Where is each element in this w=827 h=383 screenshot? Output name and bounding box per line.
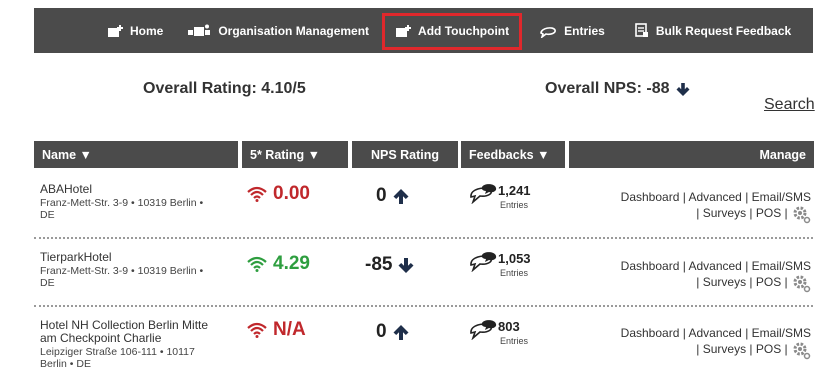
hotel-address-line1: Franz-Mett-Str. 3-9 • 10319 Berlin • (40, 265, 204, 277)
nav-home[interactable]: Home (97, 8, 173, 53)
row-divider (34, 237, 813, 239)
manage-links-line1[interactable]: Dashboard | Advanced | Email/SMS (621, 326, 811, 340)
feedbacks-cell[interactable]: 803 Entries (468, 318, 528, 346)
feedback-chat-icon (470, 184, 497, 204)
column-header-name[interactable]: Name ▼ (34, 141, 238, 168)
wifi-signal-icon (247, 256, 267, 272)
nav-home-label: Home (130, 23, 164, 38)
arrow-up-icon (393, 324, 409, 340)
feedback-count: 1,053 (498, 251, 531, 266)
manage-links-line2-wrap[interactable]: | Surveys | POS | (621, 273, 811, 293)
gear-icon[interactable] (791, 204, 811, 224)
hotel-name-line2[interactable]: am Checkpoint Charlie (40, 332, 161, 345)
nps-cell: -85 (365, 254, 414, 276)
feedback-count: 1,241 (498, 183, 531, 198)
nps-cell: 0 (376, 185, 409, 207)
arrow-up-icon (393, 188, 409, 204)
home-icon (108, 24, 123, 37)
nps-value: 0 (376, 185, 387, 206)
manage-links-line2[interactable]: | Surveys | POS | (696, 342, 787, 356)
feedback-entries-label: Entries (500, 336, 529, 346)
table-row: TierparkHotel Franz-Mett-Str. 3-9 • 1031… (34, 246, 813, 304)
column-header-rating[interactable]: 5* Rating ▼ (242, 141, 348, 168)
bulk-request-icon (635, 23, 648, 37)
entries-chat-icon (540, 26, 557, 38)
nav-org-label: Organisation Management (218, 23, 370, 38)
gear-icon[interactable] (791, 273, 811, 293)
overall-nps: Overall NPS: -88 (545, 80, 690, 98)
table-row: Hotel NH Collection Berlin Mitte am Chec… (34, 314, 813, 383)
manage-links-line2[interactable]: | Surveys | POS | (696, 275, 787, 289)
arrow-down-icon (676, 82, 689, 96)
nav-organisation-management[interactable]: Organisation Management (177, 8, 379, 53)
column-header-manage: Manage (569, 141, 814, 168)
manage-links[interactable]: Dashboard | Advanced | Email/SMS | Surve… (621, 190, 811, 224)
nav-entries[interactable]: Entries (529, 8, 615, 53)
rating-value: 0.00 (273, 183, 310, 204)
rating-cell: 4.29 (247, 253, 310, 275)
hotel-address-line2: DE (40, 277, 55, 289)
manage-links[interactable]: Dashboard | Advanced | Email/SMS | Surve… (621, 326, 811, 360)
top-nav: Home Organisation Management Add Touchpo… (34, 8, 813, 53)
hotel-name[interactable]: ABAHotel (40, 183, 92, 196)
feedback-count: 803 (498, 319, 520, 334)
add-touchpoint-icon (396, 24, 412, 37)
manage-links-line2[interactable]: | Surveys | POS | (696, 206, 787, 220)
manage-links[interactable]: Dashboard | Advanced | Email/SMS | Surve… (621, 259, 811, 293)
nav-entries-label: Entries (564, 23, 605, 38)
hotel-address-line2: Berlin • DE (40, 358, 91, 370)
manage-links-line2-wrap[interactable]: | Surveys | POS | (621, 340, 811, 360)
organisation-icon (188, 24, 211, 36)
hotel-address-line1: Leipziger Straße 106-111 • 10117 (40, 346, 195, 358)
rating-cell: 0.00 (247, 183, 310, 205)
overall-rating: Overall Rating: 4.10/5 (143, 80, 306, 97)
hotel-address-line1: Franz-Mett-Str. 3-9 • 10319 Berlin • (40, 197, 204, 209)
nav-add-label: Add Touchpoint (418, 23, 510, 38)
rating-value: N/A (273, 319, 306, 340)
nps-cell: 0 (376, 321, 409, 343)
table-row: ABAHotel Franz-Mett-Str. 3-9 • 10319 Ber… (34, 178, 813, 236)
rating-cell: N/A (247, 319, 306, 341)
wifi-signal-icon (247, 186, 267, 202)
nav-bulk-request-feedback[interactable]: Bulk Request Feedback (625, 8, 801, 53)
column-header-feedbacks[interactable]: Feedbacks ▼ (461, 141, 565, 168)
nps-value: -85 (365, 254, 393, 275)
feedback-chat-icon (470, 320, 497, 340)
feedbacks-cell[interactable]: 1,053 Entries (468, 250, 531, 278)
manage-links-line1[interactable]: Dashboard | Advanced | Email/SMS (621, 259, 811, 273)
nav-add-touchpoint[interactable]: Add Touchpoint (382, 8, 523, 53)
gear-icon[interactable] (791, 340, 811, 360)
nav-bulk-label: Bulk Request Feedback (655, 23, 792, 38)
feedback-chat-icon (470, 252, 497, 272)
manage-links-line2-wrap[interactable]: | Surveys | POS | (621, 204, 811, 224)
row-divider (34, 305, 813, 307)
arrow-down-icon (398, 257, 414, 273)
wifi-signal-icon (247, 322, 267, 338)
nps-value: 0 (376, 321, 387, 342)
feedback-entries-label: Entries (500, 268, 529, 278)
manage-links-line1[interactable]: Dashboard | Advanced | Email/SMS (621, 190, 811, 204)
hotel-address-line2: DE (40, 209, 55, 221)
search-link[interactable]: Search (764, 96, 815, 114)
column-header-nps: NPS Rating (352, 141, 458, 168)
rating-value: 4.29 (273, 253, 310, 274)
overall-nps-label: Overall NPS: -88 (545, 80, 670, 97)
feedbacks-cell[interactable]: 1,241 Entries (468, 182, 531, 210)
hotel-name[interactable]: TierparkHotel (40, 251, 112, 264)
feedback-entries-label: Entries (500, 200, 529, 210)
